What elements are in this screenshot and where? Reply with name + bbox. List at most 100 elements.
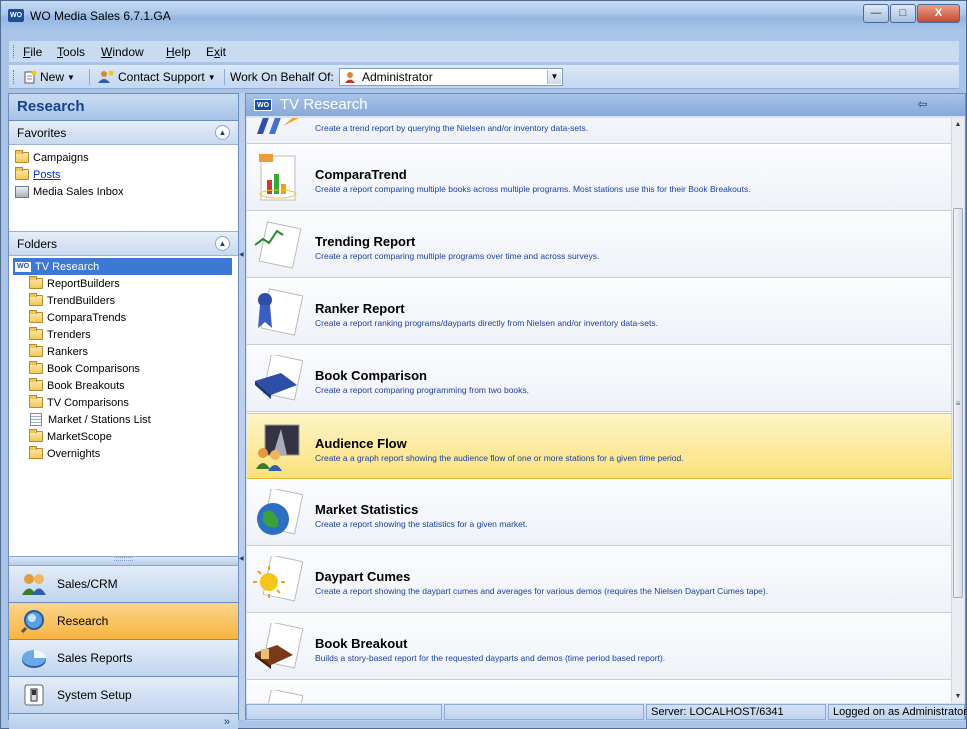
- tree-item[interactable]: ComparaTrends: [13, 309, 234, 326]
- contact-support-button[interactable]: Contact Support ▼: [97, 70, 216, 84]
- title-bar: WO WO Media Sales 6.7.1.GA — □ X: [1, 1, 966, 31]
- support-person-icon: [98, 70, 114, 83]
- header-nav: ⇦ ⇨: [918, 97, 955, 111]
- toolbar-separator: [224, 69, 225, 85]
- behalf-of-select[interactable]: Administrator ▼: [339, 68, 563, 86]
- pane-splitter[interactable]: ::::::::::: [9, 556, 238, 566]
- new-document-icon: [24, 70, 37, 84]
- comparatrend-icon: [259, 154, 297, 201]
- chevron-down-icon[interactable]: ▼: [547, 70, 561, 84]
- favorite-campaigns[interactable]: Campaigns: [15, 149, 232, 166]
- favorites-header[interactable]: Favorites ▲: [9, 121, 238, 145]
- folder-icon: [29, 310, 43, 323]
- folders-tree: WO TV Research ReportBuilders TrendBuild…: [9, 256, 238, 556]
- nav-system-setup[interactable]: System Setup: [9, 677, 238, 714]
- report-item-book-breakout[interactable]: Book Breakout Builds a story-based repor…: [247, 614, 951, 680]
- collapse-up-icon[interactable]: ▲: [215, 236, 230, 251]
- menu-file[interactable]: File: [23, 45, 42, 59]
- tree-item[interactable]: Rankers: [13, 343, 234, 360]
- back-arrow-icon[interactable]: ⇦: [918, 97, 928, 111]
- report-item-daypart-cumes[interactable]: Daypart Cumes Create a report showing th…: [247, 547, 951, 613]
- report-page-icon: [264, 690, 303, 704]
- folders-header[interactable]: Folders ▲: [9, 232, 238, 256]
- report-item-market-statistics[interactable]: Market Statistics Create a report showin…: [247, 480, 951, 546]
- menu-grip: [13, 45, 15, 58]
- pie-chart-icon: [22, 650, 46, 668]
- folder-icon: [29, 327, 43, 340]
- tree-item[interactable]: Market / Stations List: [13, 411, 234, 428]
- nav-sales-reports[interactable]: Sales Reports: [9, 640, 238, 677]
- content-header: WO TV Research ⇦ ⇨: [246, 94, 965, 116]
- status-bar: Server: LOCALHOST/6341 Logged on as Admi…: [246, 703, 967, 721]
- tree-item[interactable]: Book Breakouts: [13, 377, 234, 394]
- tree-item[interactable]: Overnights: [13, 445, 234, 462]
- report-item-partial[interactable]: [247, 681, 951, 704]
- app-logo-icon: WO: [8, 9, 24, 22]
- maximize-button[interactable]: □: [890, 4, 916, 23]
- wo-logo-icon: WO: [15, 261, 31, 272]
- folder-icon: [29, 378, 43, 391]
- setup-switch-icon: [24, 684, 44, 706]
- folder-icon: [29, 293, 43, 306]
- content-pane: WO TV Research ⇦ ⇨ Create a trend report …: [245, 93, 966, 720]
- menu-exit[interactable]: Exit: [206, 45, 226, 59]
- minimize-button[interactable]: —: [863, 4, 889, 23]
- vertical-scrollbar[interactable]: ▲ ≡ ▼: [951, 118, 964, 704]
- folder-icon: [15, 150, 29, 163]
- list-icon: [30, 413, 42, 426]
- folder-icon: [29, 344, 43, 357]
- nav-research[interactable]: Research: [9, 603, 238, 640]
- tree-item[interactable]: ReportBuilders: [13, 275, 234, 292]
- menu-tools[interactable]: Tools: [57, 45, 85, 59]
- new-button[interactable]: New ▼: [23, 70, 75, 84]
- scroll-down-icon[interactable]: ▼: [952, 690, 964, 704]
- forward-arrow-icon[interactable]: ⇨: [945, 97, 955, 111]
- configure-buttons-icon[interactable]: »▾: [224, 716, 230, 729]
- tree-item[interactable]: MarketScope: [13, 428, 234, 445]
- window-title: WO Media Sales 6.7.1.GA: [30, 9, 171, 23]
- folder-icon: [29, 361, 43, 374]
- folder-icon: [29, 429, 43, 442]
- tree-item-tv-research[interactable]: WO TV Research: [13, 258, 232, 275]
- favorite-inbox[interactable]: Media Sales Inbox: [15, 183, 232, 200]
- nav-footer: »▾: [9, 714, 238, 729]
- user-icon: [345, 72, 355, 83]
- menu-bar: File Tools Window Help Exit: [9, 41, 959, 63]
- scroll-thumb[interactable]: ≡: [953, 208, 963, 598]
- ribbon-award-icon: [258, 288, 303, 336]
- sun-icon: [253, 556, 303, 602]
- report-item-audience-flow[interactable]: Audience Flow Create a a graph report sh…: [247, 413, 951, 479]
- folder-icon: [29, 446, 43, 459]
- folder-icon: [29, 395, 43, 408]
- menu-help[interactable]: Help: [166, 45, 191, 59]
- status-cell-empty: [246, 704, 442, 720]
- favorite-posts[interactable]: Posts: [15, 166, 232, 183]
- tree-item[interactable]: TrendBuilders: [13, 292, 234, 309]
- report-item-ranker[interactable]: Ranker Report Create a report ranking pr…: [247, 279, 951, 345]
- nav-sales-crm[interactable]: Sales/CRM: [9, 566, 238, 603]
- report-item-trend[interactable]: Create a trend report by querying the Ni…: [247, 118, 951, 144]
- tree-item[interactable]: TV Comparisons: [13, 394, 234, 411]
- magnifier-icon: [21, 610, 44, 633]
- report-item-book-comparison[interactable]: Book Comparison Create a report comparin…: [247, 346, 951, 412]
- book-stack-icon: [255, 623, 303, 669]
- toolbar-separator: [89, 69, 90, 85]
- close-button[interactable]: X: [917, 4, 960, 23]
- audience-flow-icon: [256, 424, 300, 471]
- scroll-up-icon[interactable]: ▲: [952, 118, 964, 132]
- behalf-label: Work On Behalf Of:: [230, 70, 334, 84]
- folder-icon: [15, 167, 29, 180]
- report-item-comparatrend[interactable]: ComparaTrend Create a report comparing m…: [247, 145, 951, 211]
- globe-icon: [257, 489, 303, 535]
- tree-item[interactable]: Trenders: [13, 326, 234, 343]
- inbox-icon: [15, 185, 29, 198]
- pane-title: Research: [9, 94, 238, 121]
- tree-item[interactable]: Book Comparisons: [13, 360, 234, 377]
- content-title: TV Research: [280, 96, 368, 113]
- collapse-up-icon[interactable]: ▲: [215, 125, 230, 140]
- status-server: Server: LOCALHOST/6341: [646, 704, 826, 720]
- report-item-trending[interactable]: Trending Report Create a report comparin…: [247, 212, 951, 278]
- trending-chart-icon: [254, 221, 302, 269]
- trend-builder-icon: [257, 118, 299, 134]
- menu-window[interactable]: Window: [101, 45, 144, 59]
